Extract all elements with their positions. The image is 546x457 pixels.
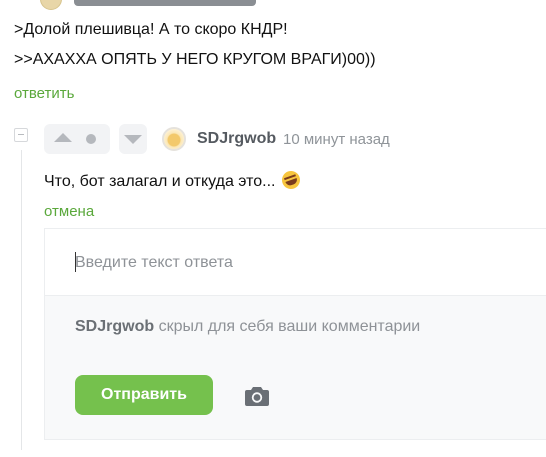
vote-group bbox=[44, 124, 110, 154]
comment-time[interactable]: 10 минут назад bbox=[283, 131, 390, 148]
downvote-button[interactable] bbox=[119, 124, 147, 154]
comment-text-body: Что, бот залагал и откуда это... bbox=[44, 173, 276, 190]
camera-icon[interactable] bbox=[245, 386, 269, 406]
collapse-thread-button[interactable] bbox=[14, 128, 28, 142]
reply-input-area bbox=[45, 229, 546, 296]
quoted-line-1: >Долой плешивца! А то скоро КНДР! bbox=[14, 21, 288, 38]
quoted-line-2: >>АХАХХА ОПЯТЬ У НЕГО КРУГОМ ВРАГИ)00)) bbox=[14, 51, 376, 68]
downvote-icon bbox=[124, 135, 142, 144]
vote-dot-icon bbox=[86, 134, 96, 144]
text-caret bbox=[75, 252, 76, 272]
comment-author[interactable]: SDJrgwob bbox=[197, 130, 276, 148]
comment-text: Что, бот залагал и откуда это... bbox=[44, 168, 303, 192]
send-button[interactable]: Отправить bbox=[75, 375, 213, 415]
thread-line bbox=[21, 150, 22, 450]
comment-thread: >Долой плешивца! А то скоро КНДР! >>АХАХ… bbox=[0, 0, 546, 457]
reply-link[interactable]: ответить bbox=[14, 85, 74, 102]
cancel-link[interactable]: отмена bbox=[44, 203, 94, 220]
avatar[interactable] bbox=[162, 127, 186, 151]
reply-input[interactable] bbox=[75, 251, 515, 275]
upvote-icon[interactable] bbox=[54, 133, 72, 142]
prev-comment-avatar[interactable] bbox=[40, 0, 62, 10]
rofl-emoji-icon bbox=[279, 168, 303, 192]
prev-comment-author-redacted bbox=[74, 0, 256, 6]
reply-form: SDJrgwob скрыл для себя ваши комментарии… bbox=[44, 228, 546, 440]
hidden-note-text: скрыл для себя ваши комментарии bbox=[154, 318, 421, 335]
hidden-comments-note: SDJrgwob скрыл для себя ваши комментарии bbox=[75, 318, 420, 336]
hidden-note-author[interactable]: SDJrgwob bbox=[75, 318, 154, 335]
